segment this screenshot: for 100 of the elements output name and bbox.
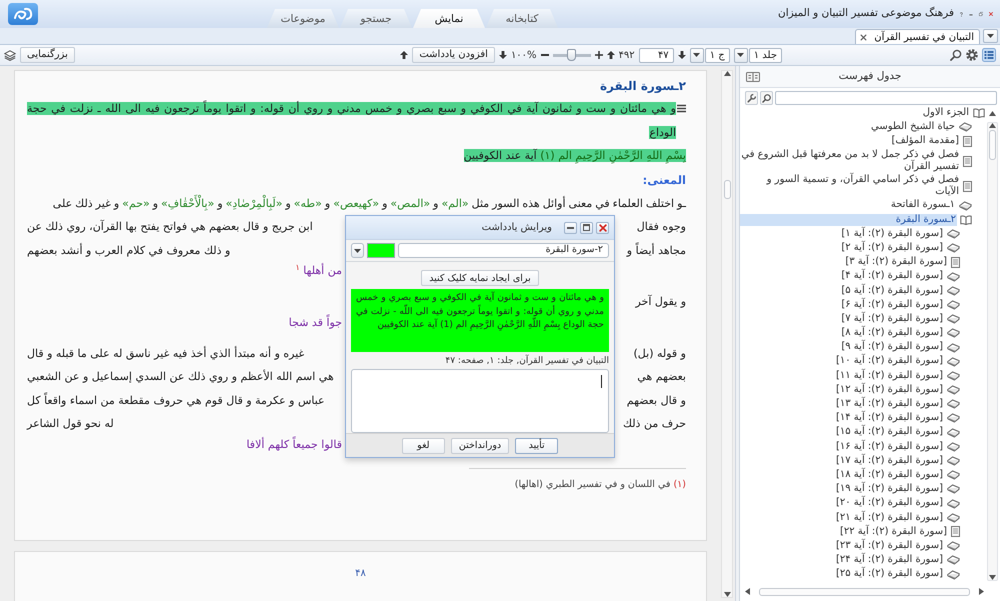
- dropdown-button[interactable]: [351, 243, 364, 258]
- discard-button[interactable]: دورانداختن: [450, 438, 510, 454]
- view-tab[interactable]: کتابخانه: [486, 9, 558, 28]
- tree-item[interactable]: [سورة البقرة (۲): آية ۵]: [840, 284, 944, 298]
- tree-item[interactable]: حياة الشيخ الطوسي: [870, 121, 956, 134]
- restore-icon[interactable]: [978, 9, 984, 19]
- tree-item[interactable]: [سورة البقرة (۲): آية ۷]: [840, 312, 944, 326]
- tree-item[interactable]: [سورة البقرة (۲): آية ۶]: [840, 298, 944, 312]
- next-note-arrow-icon[interactable]: [498, 51, 507, 59]
- note-field[interactable]: [351, 369, 609, 433]
- scroll-thumb[interactable]: [724, 180, 730, 199]
- tree-item[interactable]: [سورة البقرة (۲): آية ۱۱]: [834, 370, 944, 382]
- tree-item[interactable]: [سورة البقرة (۲): آية ۲۱]: [834, 512, 944, 524]
- search-icon[interactable]: [950, 49, 962, 61]
- page-field[interactable]: ۴۷: [638, 48, 674, 62]
- tree-item[interactable]: [سورة البقرة (۲): آية ۱۶]: [834, 440, 944, 454]
- magnify-button[interactable]: بزرگنمایی: [20, 47, 75, 63]
- tree-item[interactable]: [سورة البقرة (۲): آية ۳]: [844, 256, 948, 269]
- book-icon: [947, 541, 960, 552]
- tab-list-button[interactable]: [983, 29, 998, 43]
- tree-item[interactable]: [سورة البقرة (۲): آية ۱۵]: [834, 426, 944, 439]
- document-tab[interactable]: التبيان في تفسير القرآن: [855, 29, 980, 44]
- tree-item[interactable]: [سورة البقرة (۲): آية ۱۹]: [834, 483, 944, 496]
- confirm-button[interactable]: تأیید: [515, 438, 558, 454]
- previous-page-arrow-icon[interactable]: [606, 51, 615, 59]
- tree-item[interactable]: [سورة البقرة (۲): آية ۱۷]: [834, 454, 944, 468]
- scrollbar[interactable]: [721, 70, 733, 598]
- maximize-button[interactable]: [580, 222, 593, 234]
- tree-item[interactable]: [سورة البقرة (۲): آية ۲]: [840, 242, 944, 254]
- scrollbar[interactable]: [987, 122, 998, 581]
- close-icon[interactable]: [860, 34, 868, 40]
- book-icon: [959, 122, 972, 132]
- options-button[interactable]: [745, 91, 758, 105]
- body-text: هي اسم الله الأعظم و روي ذلك عن السدي إسماعيل و عن الشعبي: [27, 368, 334, 385]
- logo-icon[interactable]: [8, 3, 38, 25]
- tree-item[interactable]: [سورة البقرة (۲): آية ۱۰]: [834, 355, 944, 368]
- scroll-right-icon[interactable]: [979, 588, 984, 595]
- view-tab[interactable]: جستجو: [340, 9, 412, 28]
- view-tab[interactable]: نمایش: [413, 9, 485, 28]
- add-note-button[interactable]: افزودن یادداشت: [412, 47, 495, 63]
- search-button[interactable]: [760, 91, 773, 105]
- close-icon[interactable]: [989, 9, 993, 19]
- dropdown-button[interactable]: [690, 48, 704, 62]
- tree-item[interactable]: [سورة البقرة (۲): آية ۲۵]: [834, 568, 944, 581]
- create-index-button[interactable]: برای ایجاد نمایه کلیک کنید: [421, 270, 539, 286]
- book-icon: [947, 370, 960, 381]
- tree-item[interactable]: [سورة البقرة (۲): آية ۲۰]: [834, 497, 944, 510]
- next-page-arrow-icon[interactable]: [678, 51, 686, 59]
- note-marker-icon[interactable]: [677, 104, 686, 113]
- scroll-down-icon[interactable]: [724, 592, 730, 597]
- book-icon: [947, 356, 960, 367]
- view-tab[interactable]: موضوعات: [267, 9, 339, 28]
- scroll-thumb[interactable]: [989, 130, 996, 160]
- tree-item[interactable]: [سورة البقرة (۲): آية ۱۴]: [834, 412, 944, 425]
- tree-item[interactable]: [سورة البقرة (۲): آية ۱]: [840, 228, 944, 240]
- scroll-down-icon[interactable]: [989, 575, 996, 580]
- previous-note-arrow-icon[interactable]: [400, 51, 408, 59]
- expander-icon[interactable]: [989, 110, 996, 116]
- zoom-in-icon[interactable]: [594, 51, 603, 59]
- tree-item[interactable]: [سورة البقرة (۲): آية ۲۴]: [834, 554, 944, 567]
- volume-field[interactable]: جلد ۱: [748, 48, 782, 62]
- scroll-thumb[interactable]: [759, 588, 970, 596]
- tree-item[interactable]: [سورة البقرة (۲): آية ۱۸]: [834, 468, 944, 482]
- book-icon: [947, 470, 960, 480]
- tree-item[interactable]: [سورة البقرة (۲): آية ۱۲]: [834, 384, 944, 396]
- tree-item[interactable]: [سورة البقرة (۲): آية ۹]: [840, 341, 944, 354]
- page-icon: [951, 256, 960, 268]
- tree-item[interactable]: [سورة البقرة (۲): آية ۲۳]: [834, 540, 944, 552]
- slider-thumb[interactable]: [567, 49, 576, 61]
- color-swatch-icon[interactable]: [367, 243, 395, 258]
- tree-item[interactable]: فصل في ذكر جمل لا بد من معرفتها قبل الشروع في تفسير القرآن: [740, 148, 960, 174]
- tree-item[interactable]: [مقدمة المؤلف]: [890, 135, 960, 148]
- scroll-left-icon[interactable]: [745, 588, 750, 595]
- settings-icon[interactable]: [966, 49, 978, 61]
- list-icon[interactable]: [982, 48, 996, 62]
- book-icon: [947, 456, 960, 466]
- cancel-button[interactable]: لغو: [402, 438, 445, 454]
- layers-icon[interactable]: [4, 50, 16, 60]
- close-button[interactable]: [596, 222, 609, 234]
- dropdown-button[interactable]: [734, 48, 748, 62]
- verse-text: جواً قد شجا: [288, 314, 342, 331]
- panel-layout-icon[interactable]: [746, 72, 760, 82]
- tree-item[interactable]: [سورة البقرة (۲): آية ۸]: [840, 327, 944, 340]
- tree-item[interactable]: ۲ـسورة البقرة: [740, 214, 957, 226]
- tree-item[interactable]: الجزء الاول: [922, 106, 970, 120]
- body-text: غيره و أنه مبتدأ الذي أخذ فيه غير ناسق له على ما قبله و قال: [27, 345, 304, 362]
- close-icon: [598, 224, 606, 232]
- search-field[interactable]: [775, 91, 997, 105]
- tree-item[interactable]: ۱ـسورة الفاتحة: [890, 199, 956, 212]
- tree-item[interactable]: [سورة البقرة (۲): آية ۴]: [840, 270, 944, 283]
- part-field[interactable]: ج ۱: [704, 48, 730, 62]
- page-icon: [963, 180, 972, 192]
- highlighted-text[interactable]: بِسْمِ اللهِ الرَّحْمٰنِ الرَّحِيمِ الم (١) آية عند الكوفيين: [27, 144, 686, 168]
- tree-item[interactable]: فصل في ذكر اسامي القرآن، و تسمية السور و الآيات: [740, 174, 960, 199]
- scroll-up-icon[interactable]: [724, 71, 730, 76]
- scrollbar[interactable]: [745, 586, 984, 597]
- tree-item[interactable]: [سورة البقرة (۲): آية ۲۲]: [838, 526, 948, 538]
- minimize-button[interactable]: [564, 222, 577, 234]
- topic-dropdown[interactable]: ۲-سورة البقرة: [398, 243, 609, 258]
- tree-item[interactable]: [سورة البقرة (۲): آية ۱۳]: [834, 398, 944, 411]
